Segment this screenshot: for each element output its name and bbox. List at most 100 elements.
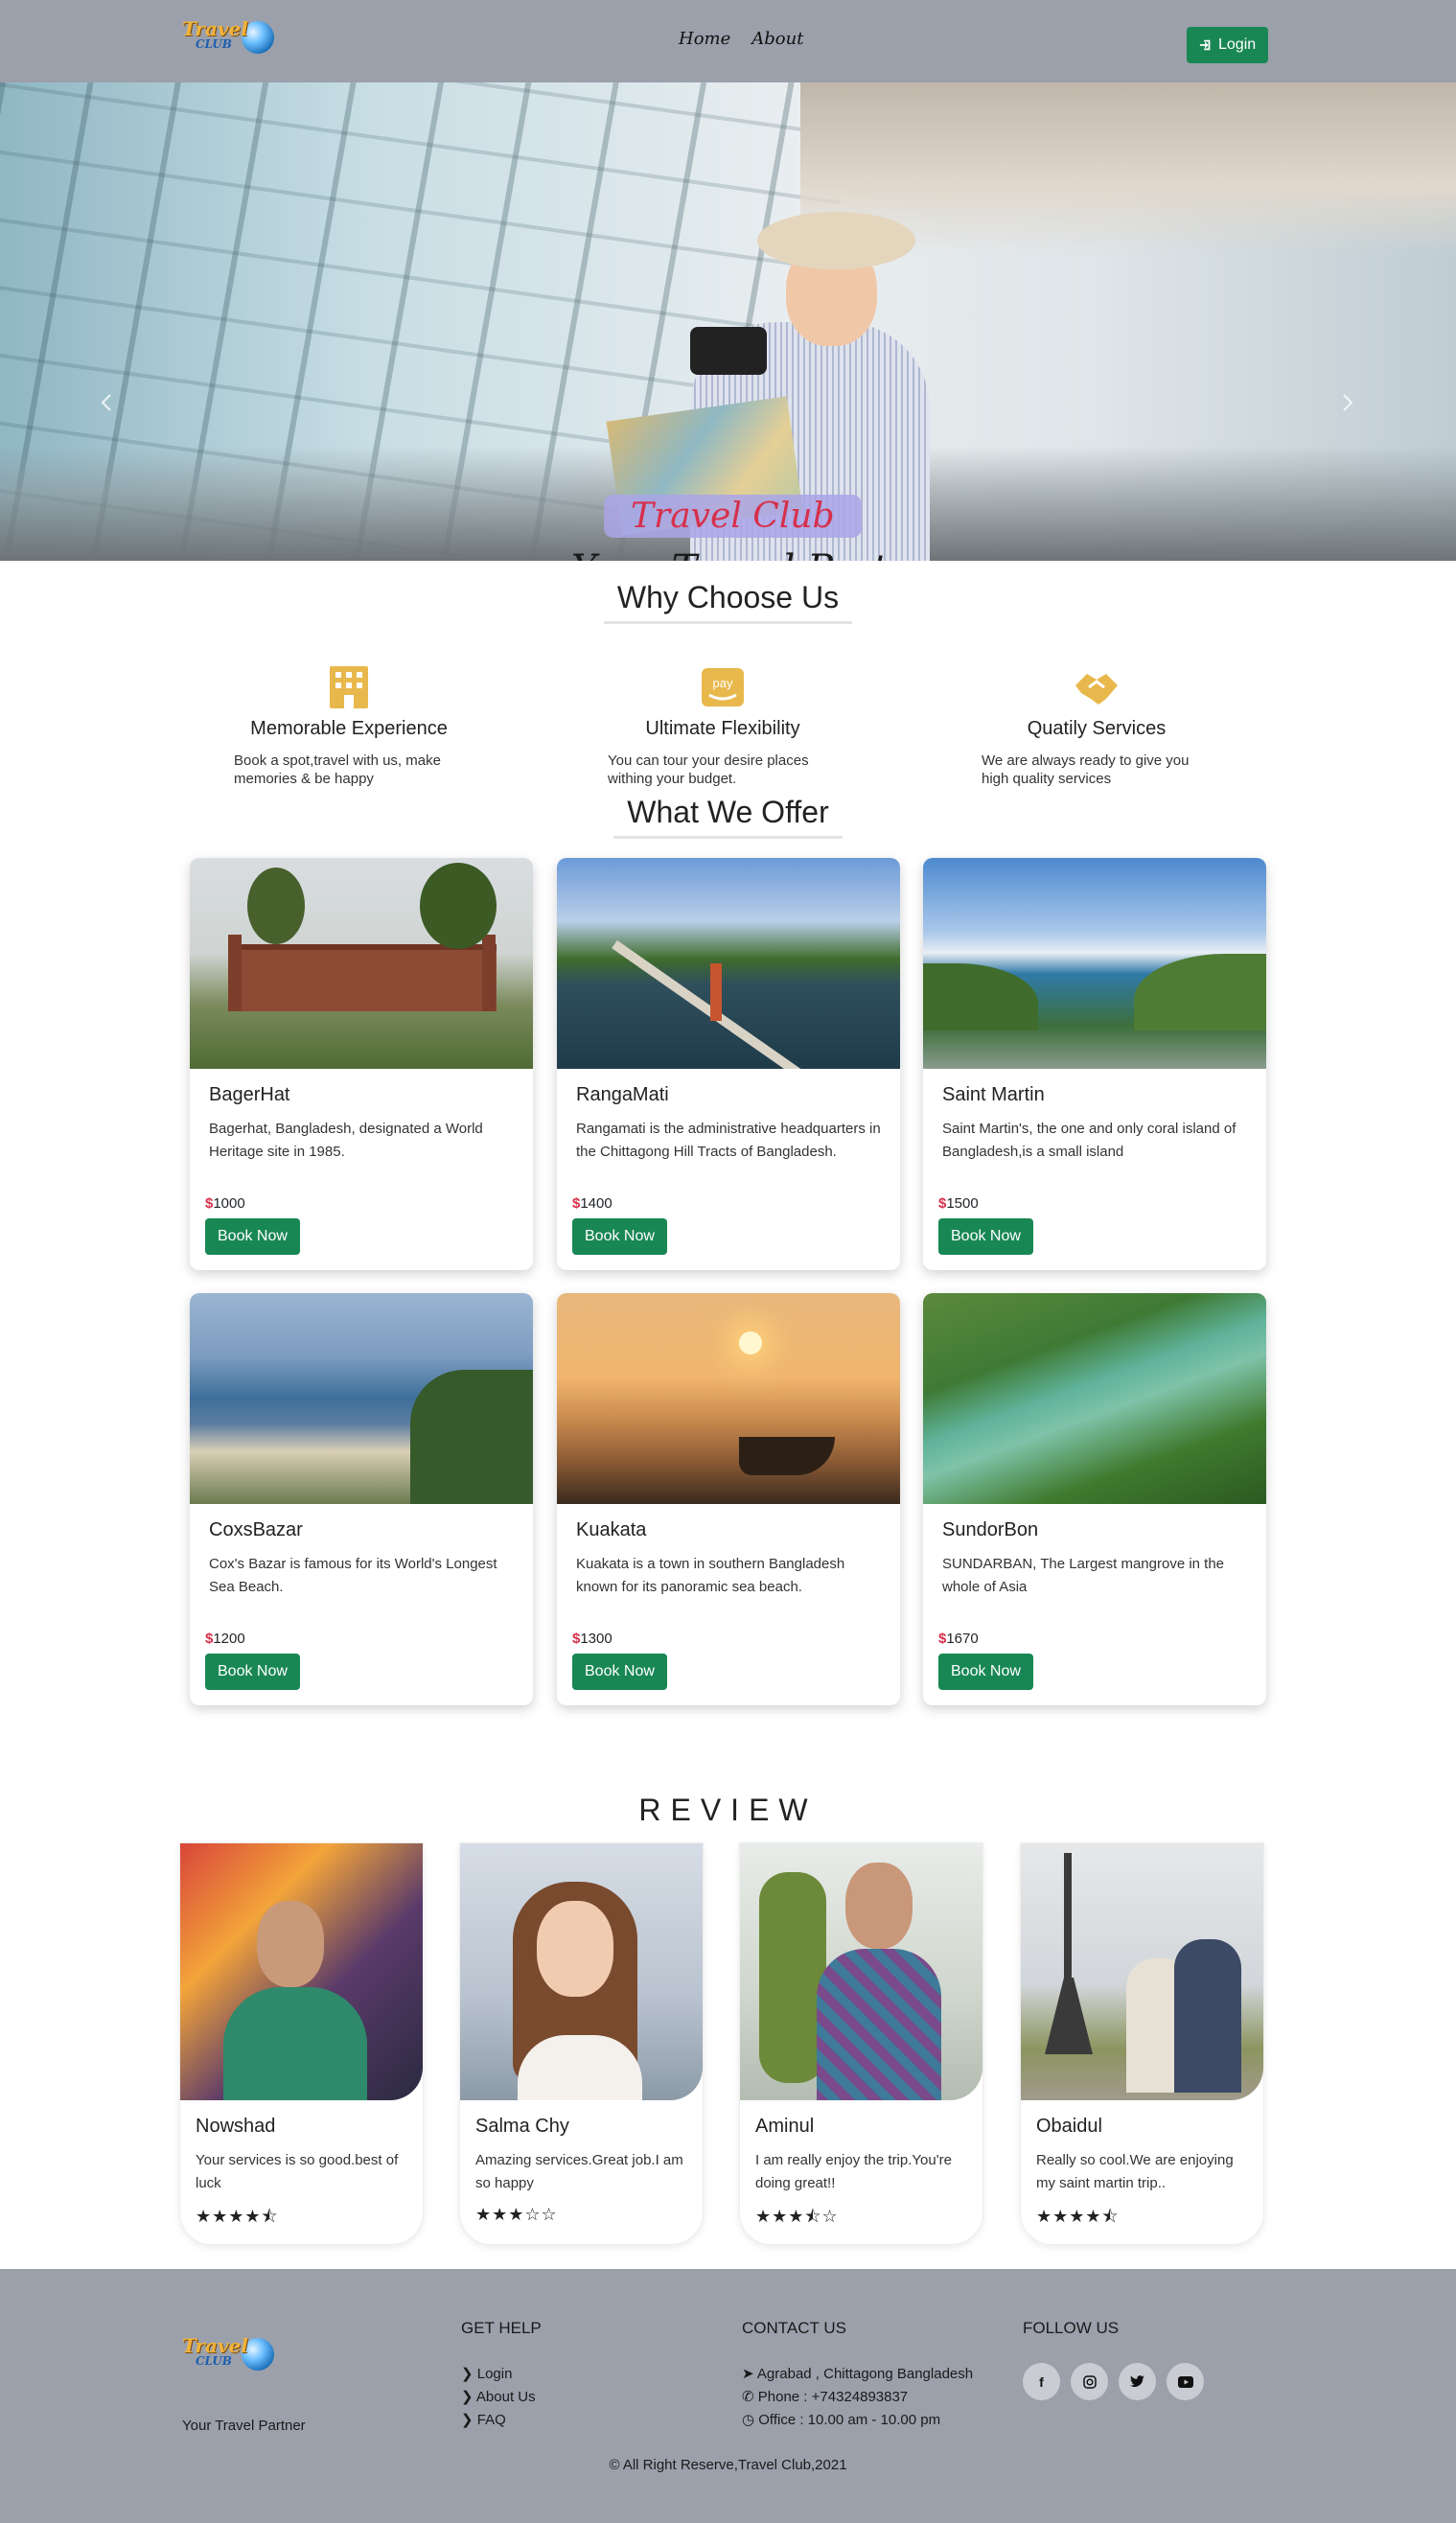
chevron-left-icon [101, 394, 111, 411]
place-photo-rangamati [557, 858, 900, 1069]
location-arrow-icon: ➤ [742, 2366, 757, 2382]
reviewer-photo [180, 1843, 423, 2100]
reviewer-name: Salma Chy [475, 2116, 569, 2137]
logo[interactable]: Travel CLUB [182, 19, 288, 56]
review-title: REVIEW [638, 1793, 818, 1827]
feature-card: pay Ultimate Flexibility You can tour yo… [608, 666, 838, 788]
logo-travel-text: Travel [182, 17, 248, 40]
offer-grid: BagerHat Bagerhat, Bangladesh, designate… [0, 839, 1456, 1754]
facebook-button[interactable]: f [1023, 2363, 1060, 2400]
footer-help-column: GET HELP ❯ Login ❯ About Us ❯ FAQ [461, 2319, 542, 2432]
instagram-icon [1082, 2374, 1097, 2389]
camera-icon [690, 327, 767, 375]
chevron-right-icon: ❯ [461, 2389, 476, 2405]
place-description: Kuakata is a town in southern Bangladesh… [576, 1556, 845, 1595]
place-photo-kuakata [557, 1293, 900, 1504]
reviewer-photo [460, 1843, 703, 2100]
youtube-button[interactable] [1167, 2363, 1204, 2400]
nav-home-link[interactable]: Home [679, 29, 730, 49]
clock-icon: ◷ [742, 2412, 759, 2428]
footer-contact-column: CONTACT US ➤ Agrabad , Chittagong Bangla… [742, 2319, 973, 2432]
twitter-icon [1130, 2375, 1144, 2387]
footer: Travel CLUB Your Travel Partner GET HELP… [0, 2269, 1456, 2523]
review-card: Salma Chy Amazing services.Great job.I a… [459, 1842, 704, 2245]
place-description: SUNDARBAN, The Largest mangrove in the w… [942, 1556, 1225, 1595]
footer-help-title: GET HELP [461, 2319, 542, 2337]
review-card: Aminul I am really enjoy the trip.You're… [739, 1842, 983, 2245]
feature-text: You can tour your desire places withing … [608, 752, 809, 787]
footer-link-about[interactable]: ❯ About Us [461, 2386, 542, 2409]
feature-card: Memorable Experience Book a spot,travel … [234, 666, 464, 788]
place-card: Saint Martin Saint Martin's, the one and… [923, 858, 1266, 1270]
reviewer-name: Nowshad [196, 2116, 276, 2137]
navbar: Travel CLUB Home About Login [0, 0, 1456, 82]
footer-link-faq[interactable]: ❯ FAQ [461, 2409, 542, 2432]
review-card: Obaidul Really so cool.We are enjoying m… [1020, 1842, 1264, 2245]
instagram-button[interactable] [1071, 2363, 1108, 2400]
place-photo-sundorbon [923, 1293, 1266, 1504]
book-now-button[interactable]: Book Now [572, 1218, 667, 1255]
hero-tagline: Your Travel Partner [571, 547, 954, 561]
rating-stars: ★★★★⯪ [196, 2207, 279, 2227]
book-now-button[interactable]: Book Now [938, 1654, 1033, 1690]
rating-stars: ★★★☆☆ [475, 2205, 558, 2225]
hero-brand: Travel Club [604, 495, 862, 538]
footer-follow-column: FOLLOW US f [1023, 2319, 1204, 2400]
review-text: I am really enjoy the trip.You're doing … [755, 2152, 952, 2191]
place-name: SundorBon [942, 1519, 1039, 1540]
footer-contact-title: CONTACT US [742, 2319, 846, 2337]
feature-title: Ultimate Flexibility [645, 718, 800, 739]
place-photo-coxsbazar [190, 1293, 533, 1504]
contact-office-hours: ◷ Office : 10.00 am - 10.00 pm [742, 2412, 941, 2428]
twitter-button[interactable] [1119, 2363, 1156, 2400]
place-card: Kuakata Kuakata is a town in southern Ba… [557, 1293, 900, 1705]
footer-logo[interactable]: Travel CLUB [182, 2336, 288, 2373]
svg-text:pay: pay [713, 676, 733, 690]
logo-travel-text: Travel [182, 2334, 248, 2357]
pay-icon: pay [702, 668, 744, 706]
reviewer-name: Obaidul [1036, 2116, 1102, 2137]
rating-stars: ★★★⯪☆ [755, 2207, 839, 2227]
why-choose-us-section: Why Choose Us Memorable Experience Book … [0, 580, 1456, 787]
review-card: Nowshad Your services is so good.best of… [179, 1842, 424, 2245]
place-name: BagerHat [209, 1084, 290, 1105]
place-description: Cox's Bazar is famous for its World's Lo… [209, 1556, 497, 1595]
chevron-right-icon: ❯ [461, 2412, 477, 2428]
footer-follow-title: FOLLOW US [1023, 2319, 1120, 2337]
book-now-button[interactable]: Book Now [205, 1654, 300, 1690]
handshake-icon [1075, 674, 1118, 705]
nav-links: Home About [679, 29, 803, 49]
place-name: RangaMati [576, 1084, 669, 1105]
review-text: Amazing services.Great job.I am so happy [475, 2152, 683, 2191]
book-now-button[interactable]: Book Now [205, 1218, 300, 1255]
offer-title: What We Offer [613, 795, 843, 839]
place-card: BagerHat Bagerhat, Bangladesh, designate… [190, 858, 533, 1270]
rating-stars: ★★★★⯪ [1036, 2207, 1120, 2227]
place-price: $1500 [938, 1195, 979, 1212]
place-card: SundorBon SUNDARBAN, The Largest mangrov… [923, 1293, 1266, 1705]
place-price: $1400 [572, 1195, 612, 1212]
place-description: Saint Martin's, the one and only coral i… [942, 1121, 1236, 1160]
reviews-section: Nowshad Your services is so good.best of… [0, 1828, 1456, 2250]
copyright: © All Right Reserve,Travel Club,2021 [609, 2457, 847, 2473]
carousel-prev-button[interactable] [96, 391, 119, 414]
nav-about-link[interactable]: About [751, 29, 803, 49]
footer-tagline: Your Travel Partner [182, 2418, 306, 2434]
facebook-icon: f [1039, 2373, 1044, 2390]
youtube-icon [1177, 2375, 1193, 2388]
login-button[interactable]: Login [1187, 27, 1269, 63]
social-links: f [1023, 2363, 1204, 2400]
book-now-button[interactable]: Book Now [572, 1654, 667, 1690]
login-label: Login [1218, 36, 1257, 53]
carousel-next-button[interactable] [1335, 391, 1358, 414]
why-title: Why Choose Us [603, 580, 853, 624]
place-price: $1670 [938, 1631, 979, 1647]
hero-carousel: Travel Club Your Travel Partner [0, 82, 1456, 561]
reviewer-photo [1021, 1843, 1263, 2100]
place-description: Rangamati is the administrative headquar… [576, 1121, 881, 1160]
book-now-button[interactable]: Book Now [938, 1218, 1033, 1255]
chevron-right-icon [1343, 394, 1353, 411]
feature-title: Quatily Services [1027, 718, 1167, 739]
chevron-right-icon: ❯ [461, 2366, 477, 2382]
footer-link-login[interactable]: ❯ Login [461, 2363, 542, 2386]
